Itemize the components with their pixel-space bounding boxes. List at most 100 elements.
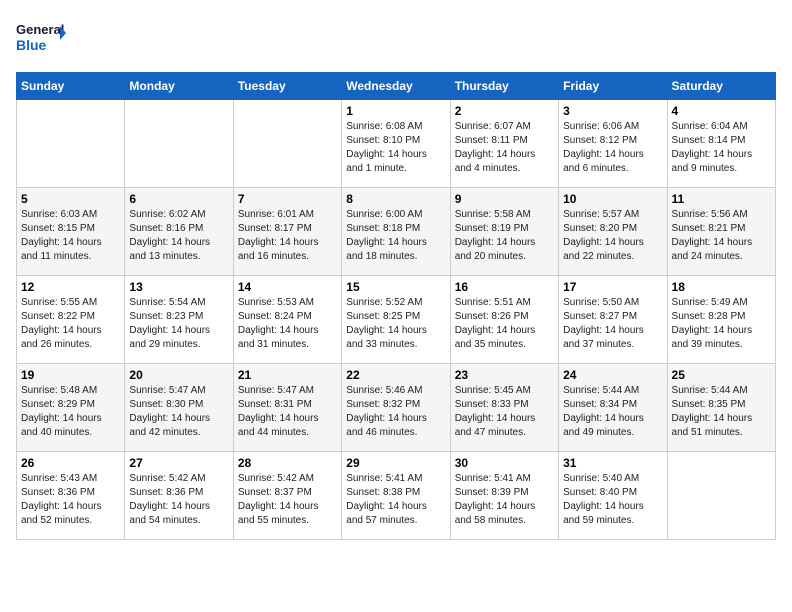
- day-cell: [17, 100, 125, 188]
- day-detail: Sunrise: 6:01 AM Sunset: 8:17 PM Dayligh…: [238, 208, 337, 264]
- day-number: 29: [346, 456, 445, 470]
- day-cell: 26Sunrise: 5:43 AM Sunset: 8:36 PM Dayli…: [17, 452, 125, 540]
- day-number: 30: [455, 456, 554, 470]
- day-detail: Sunrise: 5:42 AM Sunset: 8:36 PM Dayligh…: [129, 472, 228, 528]
- day-cell: 24 Sunrise: 5:44 AM Sunset: 8:34 PM Dayli…: [559, 364, 667, 452]
- day-number: 23: [455, 368, 554, 382]
- day-cell: 30 Sunrise: 5:41 AM Sunset: 8:39 PM Dayli…: [450, 452, 558, 540]
- day-number: 1: [346, 104, 445, 118]
- day-cell: 3Sunrise: 6:06 AM Sunset: 8:12 PM Daylig…: [559, 100, 667, 188]
- day-detail: Sunrise: 5:45 AM Sunset: 8:33 PM Dayligh…: [455, 384, 554, 440]
- day-detail: Sunrise: 5:54 AM Sunset: 8:23 PM Dayligh…: [129, 296, 228, 352]
- day-number: 7: [238, 192, 337, 206]
- day-cell: [667, 452, 775, 540]
- day-number: 22: [346, 368, 445, 382]
- svg-text:Blue: Blue: [16, 37, 47, 53]
- day-number: 20: [129, 368, 228, 382]
- week-row-3: 12 Sunrise: 5:55 AM Sunset: 8:22 PM Dayli…: [17, 276, 776, 364]
- day-cell: 21 Sunrise: 5:47 AM Sunset: 8:31 PM Dayli…: [233, 364, 341, 452]
- day-cell: 20Sunrise: 5:47 AM Sunset: 8:30 PM Dayli…: [125, 364, 233, 452]
- day-detail: Sunrise: 5:56 AM Sunset: 8:21 PM Dayligh…: [672, 208, 771, 264]
- day-cell: 25 Sunrise: 5:44 AM Sunset: 8:35 PM Dayli…: [667, 364, 775, 452]
- week-row-1: 1 Sunrise: 6:08 AM Sunset: 8:10 PM Daylig…: [17, 100, 776, 188]
- day-cell: 1 Sunrise: 6:08 AM Sunset: 8:10 PM Daylig…: [342, 100, 450, 188]
- day-detail: Sunrise: 5:52 AM Sunset: 8:25 PM Dayligh…: [346, 296, 445, 352]
- day-detail: Sunrise: 5:40 AM Sunset: 8:40 PM Dayligh…: [563, 472, 662, 528]
- day-detail: Sunrise: 5:44 AM Sunset: 8:34 PM Dayligh…: [563, 384, 662, 440]
- day-detail: Sunrise: 5:44 AM Sunset: 8:35 PM Dayligh…: [672, 384, 771, 440]
- day-cell: 11 Sunrise: 5:56 AM Sunset: 8:21 PM Dayli…: [667, 188, 775, 276]
- week-row-4: 19 Sunrise: 5:48 AM Sunset: 8:29 PM Dayli…: [17, 364, 776, 452]
- day-number: 18: [672, 280, 771, 294]
- calendar-table: SundayMondayTuesdayWednesdayThursdayFrid…: [16, 72, 776, 540]
- week-row-2: 5 Sunrise: 6:03 AM Sunset: 8:15 PM Daylig…: [17, 188, 776, 276]
- day-cell: [125, 100, 233, 188]
- day-number: 11: [672, 192, 771, 206]
- col-header-friday: Friday: [559, 73, 667, 100]
- day-detail: Sunrise: 5:50 AM Sunset: 8:27 PM Dayligh…: [563, 296, 662, 352]
- day-number: 15: [346, 280, 445, 294]
- day-number: 8: [346, 192, 445, 206]
- day-detail: Sunrise: 5:48 AM Sunset: 8:29 PM Dayligh…: [21, 384, 120, 440]
- week-row-5: 26Sunrise: 5:43 AM Sunset: 8:36 PM Dayli…: [17, 452, 776, 540]
- day-detail: Sunrise: 5:46 AM Sunset: 8:32 PM Dayligh…: [346, 384, 445, 440]
- day-number: 28: [238, 456, 337, 470]
- day-cell: 18 Sunrise: 5:49 AM Sunset: 8:28 PM Dayli…: [667, 276, 775, 364]
- col-header-tuesday: Tuesday: [233, 73, 341, 100]
- day-detail: Sunrise: 6:06 AM Sunset: 8:12 PM Dayligh…: [563, 120, 662, 176]
- day-number: 31: [563, 456, 662, 470]
- day-number: 26: [21, 456, 120, 470]
- day-detail: Sunrise: 5:58 AM Sunset: 8:19 PM Dayligh…: [455, 208, 554, 264]
- day-cell: 27 Sunrise: 5:42 AM Sunset: 8:36 PM Dayli…: [125, 452, 233, 540]
- day-detail: Sunrise: 5:41 AM Sunset: 8:38 PM Dayligh…: [346, 472, 445, 528]
- day-number: 19: [21, 368, 120, 382]
- day-detail: Sunrise: 5:47 AM Sunset: 8:31 PM Dayligh…: [238, 384, 337, 440]
- day-number: 13: [129, 280, 228, 294]
- col-header-monday: Monday: [125, 73, 233, 100]
- day-cell: 29 Sunrise: 5:41 AM Sunset: 8:38 PM Dayli…: [342, 452, 450, 540]
- day-detail: Sunrise: 5:42 AM Sunset: 8:37 PM Dayligh…: [238, 472, 337, 528]
- day-number: 24: [563, 368, 662, 382]
- day-number: 4: [672, 104, 771, 118]
- day-detail: Sunrise: 5:41 AM Sunset: 8:39 PM Dayligh…: [455, 472, 554, 528]
- day-cell: 7 Sunrise: 6:01 AM Sunset: 8:17 PM Daylig…: [233, 188, 341, 276]
- header-row: SundayMondayTuesdayWednesdayThursdayFrid…: [17, 73, 776, 100]
- day-detail: Sunrise: 5:53 AM Sunset: 8:24 PM Dayligh…: [238, 296, 337, 352]
- col-header-thursday: Thursday: [450, 73, 558, 100]
- day-number: 10: [563, 192, 662, 206]
- day-number: 17: [563, 280, 662, 294]
- day-detail: Sunrise: 6:08 AM Sunset: 8:10 PM Dayligh…: [346, 120, 445, 176]
- col-header-wednesday: Wednesday: [342, 73, 450, 100]
- page-header: General Blue: [16, 16, 776, 60]
- day-number: 2: [455, 104, 554, 118]
- day-cell: 31 Sunrise: 5:40 AM Sunset: 8:40 PM Dayli…: [559, 452, 667, 540]
- logo: General Blue: [16, 16, 66, 60]
- day-cell: 9Sunrise: 5:58 AM Sunset: 8:19 PM Daylig…: [450, 188, 558, 276]
- day-detail: Sunrise: 6:07 AM Sunset: 8:11 PM Dayligh…: [455, 120, 554, 176]
- day-detail: Sunrise: 6:00 AM Sunset: 8:18 PM Dayligh…: [346, 208, 445, 264]
- day-detail: Sunrise: 6:03 AM Sunset: 8:15 PM Dayligh…: [21, 208, 120, 264]
- day-number: 6: [129, 192, 228, 206]
- day-cell: 2 Sunrise: 6:07 AM Sunset: 8:11 PM Daylig…: [450, 100, 558, 188]
- day-cell: 14Sunrise: 5:53 AM Sunset: 8:24 PM Dayli…: [233, 276, 341, 364]
- day-number: 5: [21, 192, 120, 206]
- day-detail: Sunrise: 5:49 AM Sunset: 8:28 PM Dayligh…: [672, 296, 771, 352]
- day-number: 16: [455, 280, 554, 294]
- day-cell: [233, 100, 341, 188]
- day-cell: 19 Sunrise: 5:48 AM Sunset: 8:29 PM Dayli…: [17, 364, 125, 452]
- day-cell: 17 Sunrise: 5:50 AM Sunset: 8:27 PM Dayli…: [559, 276, 667, 364]
- day-number: 12: [21, 280, 120, 294]
- day-detail: Sunrise: 5:57 AM Sunset: 8:20 PM Dayligh…: [563, 208, 662, 264]
- day-cell: 12 Sunrise: 5:55 AM Sunset: 8:22 PM Dayli…: [17, 276, 125, 364]
- day-number: 21: [238, 368, 337, 382]
- day-cell: 23 Sunrise: 5:45 AM Sunset: 8:33 PM Dayli…: [450, 364, 558, 452]
- svg-text:General: General: [16, 22, 64, 37]
- day-detail: Sunrise: 5:55 AM Sunset: 8:22 PM Dayligh…: [21, 296, 120, 352]
- day-cell: 8 Sunrise: 6:00 AM Sunset: 8:18 PM Daylig…: [342, 188, 450, 276]
- day-number: 25: [672, 368, 771, 382]
- day-number: 27: [129, 456, 228, 470]
- day-cell: 13 Sunrise: 5:54 AM Sunset: 8:23 PM Dayli…: [125, 276, 233, 364]
- day-cell: 4 Sunrise: 6:04 AM Sunset: 8:14 PM Daylig…: [667, 100, 775, 188]
- day-detail: Sunrise: 6:04 AM Sunset: 8:14 PM Dayligh…: [672, 120, 771, 176]
- logo-icon: General Blue: [16, 16, 66, 60]
